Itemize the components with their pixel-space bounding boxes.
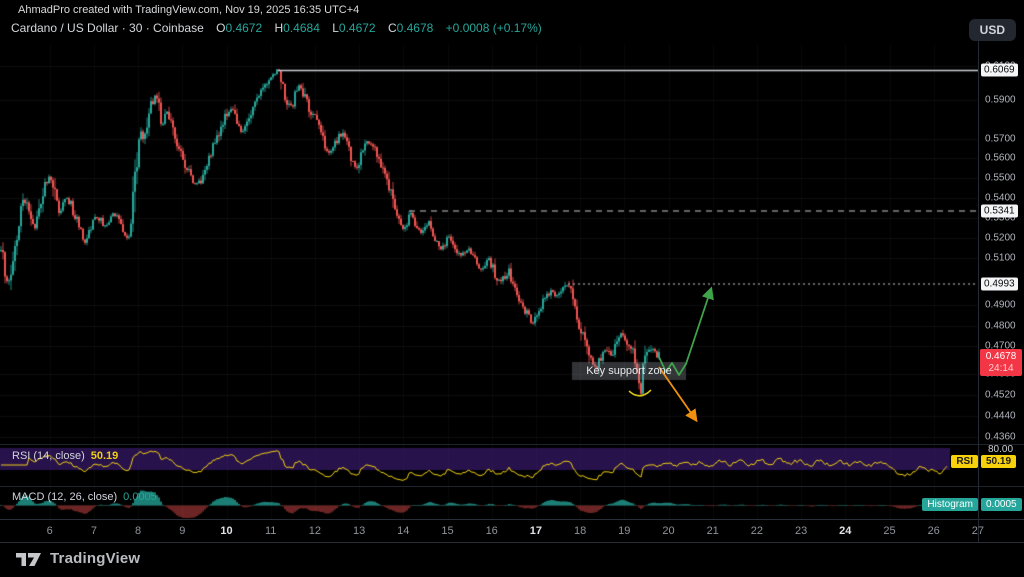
price-tick-label: 0.4360 bbox=[985, 432, 1016, 443]
histogram-axis-badge: Histogram bbox=[922, 498, 978, 511]
ohlc-close: C0.4678 bbox=[388, 21, 433, 35]
price-tick-label: 0.5600 bbox=[985, 153, 1016, 164]
date-tick-label: 10 bbox=[220, 525, 232, 537]
rsi-indicator-title[interactable]: RSI (14, close) 50.19 bbox=[12, 450, 118, 462]
date-tick-label: 14 bbox=[397, 525, 409, 537]
currency-toggle-button[interactable]: USD bbox=[969, 19, 1016, 41]
date-tick-label: 11 bbox=[265, 525, 276, 537]
ohlc-open: O0.4672 bbox=[216, 21, 262, 35]
date-tick-label: 20 bbox=[662, 525, 674, 537]
tradingview-snapshot: AhmadPro created with TradingView.com, N… bbox=[0, 0, 1024, 577]
level-price-badge: 0.5341 bbox=[981, 204, 1018, 217]
date-tick-label: 7 bbox=[91, 525, 97, 537]
attribution-text: AhmadPro created with TradingView.com, N… bbox=[18, 4, 359, 16]
pane-separator[interactable] bbox=[0, 444, 1024, 445]
date-tick-label: 13 bbox=[353, 525, 365, 537]
time-axis[interactable]: 6789101112131415161718192021222324252627 bbox=[0, 520, 978, 542]
date-tick-label: 25 bbox=[883, 525, 895, 537]
key-support-zone-label[interactable]: Key support zone bbox=[572, 362, 686, 380]
level-price-badge: 0.4993 bbox=[981, 277, 1018, 290]
date-tick-label: 17 bbox=[530, 525, 542, 537]
price-tick-label: 0.4440 bbox=[985, 411, 1016, 422]
date-tick-label: 18 bbox=[574, 525, 586, 537]
tradingview-logo[interactable]: TradingView bbox=[16, 550, 140, 567]
tradingview-logo-text: TradingView bbox=[50, 550, 140, 567]
ohlc-low: L0.4672 bbox=[332, 21, 375, 35]
price-tick-label: 0.5400 bbox=[985, 193, 1016, 204]
tradingview-logo-icon bbox=[16, 550, 42, 567]
date-tick-label: 12 bbox=[309, 525, 321, 537]
price-tick-label: 0.4900 bbox=[985, 300, 1016, 311]
macd-value: 0.0005 bbox=[123, 491, 157, 503]
date-tick-label: 6 bbox=[47, 525, 53, 537]
date-tick-label: 21 bbox=[707, 525, 719, 537]
current-price-badge: 0.4678 24:14 bbox=[980, 349, 1022, 376]
symbol-title[interactable]: Cardano / US Dollar · 30 · Coinbase bbox=[11, 21, 204, 35]
date-tick-label: 16 bbox=[486, 525, 498, 537]
date-tick-label: 15 bbox=[441, 525, 453, 537]
ohlc-high: H0.4684 bbox=[275, 21, 320, 35]
price-tick-label: 0.4800 bbox=[985, 321, 1016, 332]
rsi-axis-badge: RSI bbox=[951, 455, 978, 468]
date-tick-label: 9 bbox=[179, 525, 185, 537]
date-tick-label: 27 bbox=[972, 525, 984, 537]
price-change: +0.0008 (+0.17%) bbox=[446, 21, 542, 35]
date-tick-label: 19 bbox=[618, 525, 630, 537]
current-price-value: 0.4678 bbox=[981, 351, 1021, 363]
macd-title-text: MACD (12, 26, close) bbox=[12, 491, 117, 503]
date-tick-label: 23 bbox=[795, 525, 807, 537]
symbol-header: Cardano / US Dollar · 30 · Coinbase O0.4… bbox=[11, 21, 542, 35]
date-tick-label: 22 bbox=[751, 525, 763, 537]
bar-countdown: 24:14 bbox=[981, 363, 1021, 375]
price-tick-label: 0.5700 bbox=[985, 134, 1016, 145]
macd-indicator-title[interactable]: MACD (12, 26, close) 0.0005 bbox=[12, 491, 157, 503]
pane-separator[interactable] bbox=[0, 486, 1024, 487]
price-tick-label: 0.5900 bbox=[985, 95, 1016, 106]
rsi-value: 50.19 bbox=[91, 450, 119, 462]
date-tick-label: 8 bbox=[135, 525, 141, 537]
price-tick-label: 0.5100 bbox=[985, 253, 1016, 264]
price-tick-label: 0.4520 bbox=[985, 390, 1016, 401]
level-price-badge: 0.6069 bbox=[981, 64, 1018, 77]
price-tick-label: 0.5200 bbox=[985, 233, 1016, 244]
bottom-toolbar: TradingView bbox=[0, 543, 1024, 577]
rsi-title-text: RSI (14, close) bbox=[12, 450, 85, 462]
price-axis[interactable]: 0.6069 0.5341 0.4993 0.4678 24:14 0.6100… bbox=[979, 40, 1024, 520]
date-tick-label: 24 bbox=[839, 525, 851, 537]
price-tick-label: 0.5500 bbox=[985, 173, 1016, 184]
date-tick-label: 26 bbox=[928, 525, 940, 537]
